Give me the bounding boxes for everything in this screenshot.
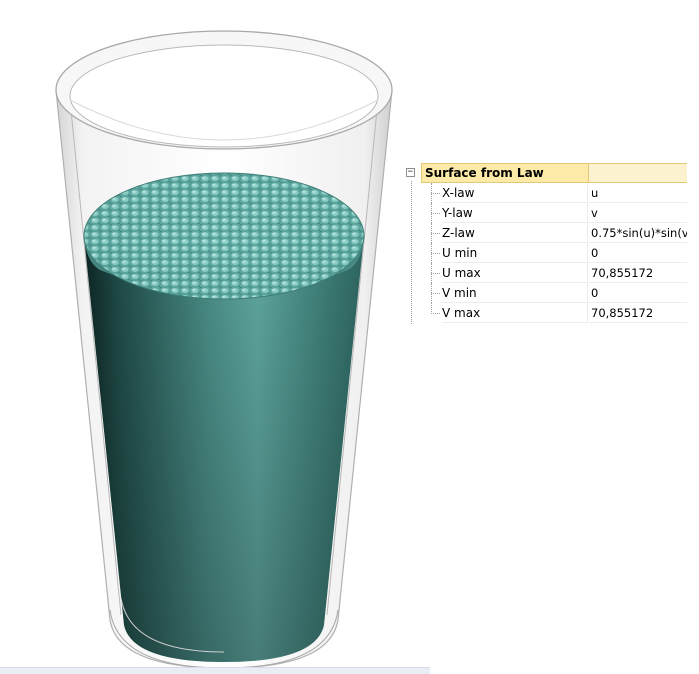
property-value[interactable]: 0.75*sin(u)*sin(v) (589, 223, 687, 243)
property-name: X-law (442, 183, 588, 203)
property-group-value (589, 163, 687, 183)
property-row-x-law[interactable]: X-law u (402, 183, 687, 203)
3d-viewport[interactable] (0, 0, 699, 674)
property-name: U max (442, 263, 588, 283)
property-row-z-law[interactable]: Z-law 0.75*sin(u)*sin(v) (402, 223, 687, 243)
property-value[interactable]: 0 (589, 243, 687, 263)
application-window: − Surface from Law X-law u Y-law v Z-law… (0, 0, 699, 674)
property-row-u-min[interactable]: U min 0 (402, 243, 687, 263)
property-row-v-min[interactable]: V min 0 (402, 283, 687, 303)
property-value[interactable]: 70,855172 (589, 263, 687, 283)
property-row-v-max[interactable]: V max 70,855172 (402, 303, 687, 323)
property-group-title: Surface from Law (421, 163, 589, 183)
property-name: Z-law (442, 223, 588, 243)
liquid (83, 172, 365, 662)
property-value[interactable]: 70,855172 (589, 303, 687, 323)
property-group-header[interactable]: − Surface from Law (402, 163, 687, 183)
property-value[interactable]: u (589, 183, 687, 203)
property-name: V max (442, 303, 588, 323)
property-name: V min (442, 283, 588, 303)
collapse-icon[interactable]: − (406, 168, 415, 177)
property-value[interactable]: 0 (589, 283, 687, 303)
viewport-status-strip (0, 667, 430, 674)
property-panel: − Surface from Law X-law u Y-law v Z-law… (402, 163, 687, 325)
property-row-u-max[interactable]: U max 70,855172 (402, 263, 687, 283)
property-name: Y-law (442, 203, 588, 223)
property-row-y-law[interactable]: Y-law v (402, 203, 687, 223)
property-name: U min (442, 243, 588, 263)
property-value[interactable]: v (589, 203, 687, 223)
